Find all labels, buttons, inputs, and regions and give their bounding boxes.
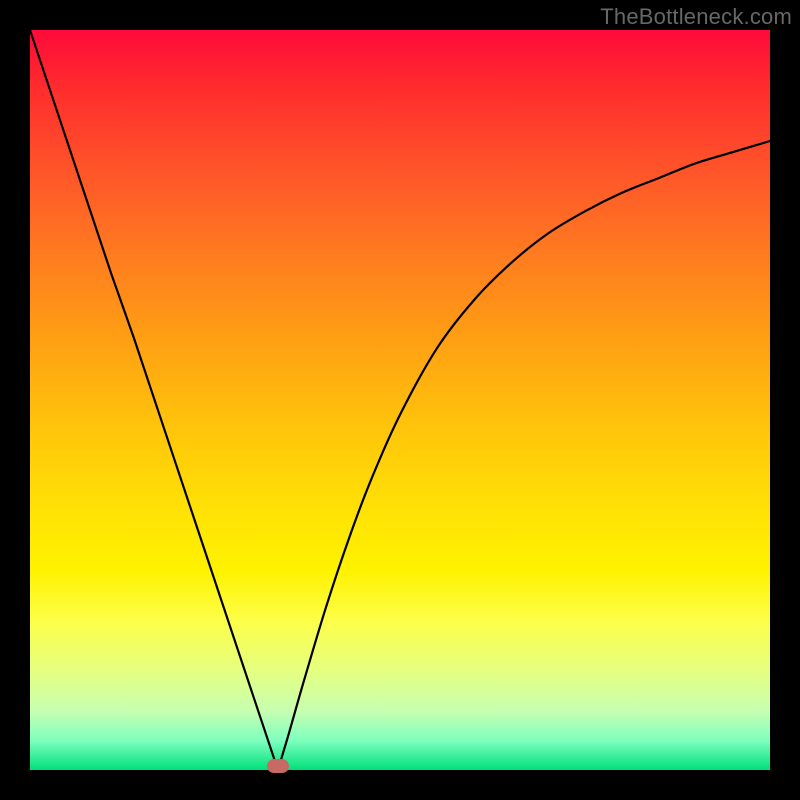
bottleneck-curve: [30, 30, 770, 770]
chart-frame: TheBottleneck.com: [0, 0, 800, 800]
optimal-point-marker: [267, 759, 289, 773]
watermark-text: TheBottleneck.com: [600, 4, 792, 30]
plot-area: [30, 30, 770, 770]
curve-svg: [30, 30, 770, 770]
